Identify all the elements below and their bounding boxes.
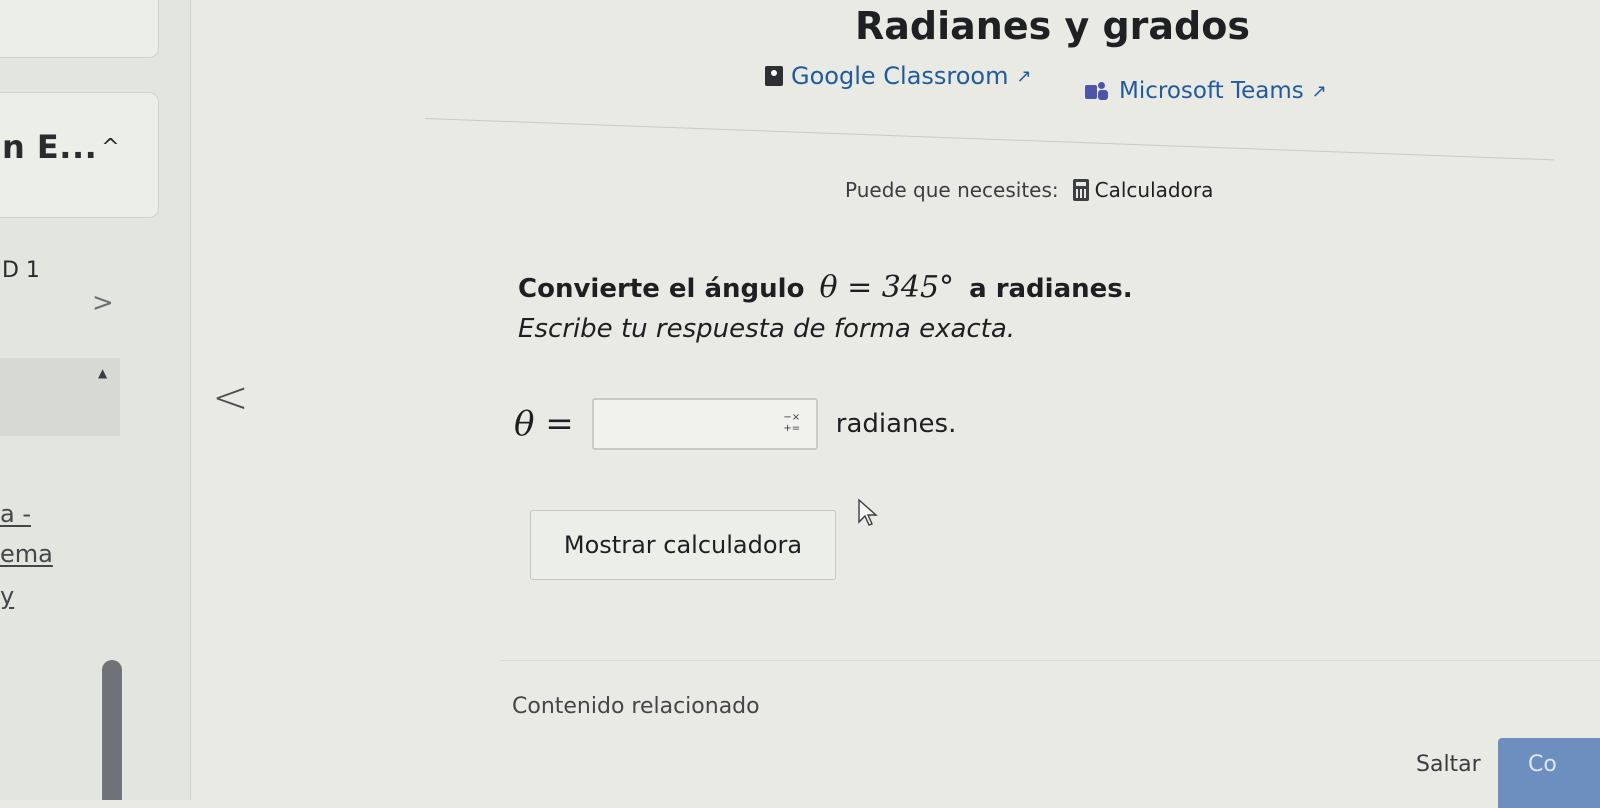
question-text-after: a radianes. <box>969 274 1133 304</box>
mouse-cursor-icon <box>858 498 878 526</box>
sidebar-unit-title: n E... <box>2 128 98 166</box>
calculator-link[interactable]: Calculadora <box>1095 178 1214 202</box>
triangle-up-icon[interactable]: ▲ <box>98 366 107 380</box>
section-divider <box>500 660 1600 661</box>
chevron-up-icon[interactable]: ^ <box>101 135 120 160</box>
sidebar-link-1[interactable]: a - <box>0 500 31 528</box>
google-classroom-icon <box>765 66 783 86</box>
sidebar-card-top[interactable] <box>0 0 159 58</box>
math-operators-icon[interactable]: −× += <box>782 412 802 436</box>
sidebar-item-d1[interactable]: D 1 <box>2 258 40 283</box>
check-button[interactable]: Co <box>1498 738 1600 808</box>
chevron-left-icon[interactable]: < <box>212 372 249 423</box>
google-classroom-label: Google Classroom <box>791 62 1009 90</box>
answer-input-box[interactable]: −× += <box>591 398 818 450</box>
header-divider <box>424 118 1555 161</box>
answer-unit: radianes. <box>835 409 957 439</box>
calculator-icon <box>1072 179 1089 201</box>
answer-row: θ = −× += radianes. <box>514 398 956 450</box>
sidebar-link-3[interactable]: y <box>0 582 14 610</box>
external-link-icon: ↗ <box>1311 80 1327 102</box>
question-prompt: Convierte el ángulo θ = 345° a radianes. <box>518 270 1133 305</box>
tools-needed: Puede que necesites: Calculadora <box>845 178 1213 202</box>
sidebar-scrollbar[interactable] <box>102 660 122 800</box>
answer-input[interactable] <box>593 400 764 448</box>
question-text-before: Convierte el ángulo <box>518 274 805 304</box>
answer-lhs: θ = <box>514 404 574 444</box>
microsoft-teams-label: Microsoft Teams <box>1119 78 1304 104</box>
page-title: Radianes y grados <box>855 4 1250 48</box>
share-google-classroom-link[interactable]: Google Classroom ↗ <box>765 62 1032 90</box>
sidebar-unit-heading[interactable]: n E... ^ <box>2 128 120 166</box>
related-content-heading: Contenido relacionado <box>512 694 760 719</box>
chevron-right-icon[interactable]: > <box>92 288 114 318</box>
question-math: θ = 345° <box>819 270 955 305</box>
show-calculator-button[interactable]: Mostrar calculadora <box>530 510 836 580</box>
sidebar: n E... ^ D 1 > ▲ a - ema y <box>0 0 191 800</box>
sidebar-link-2[interactable]: ema <box>0 540 53 568</box>
skip-button[interactable]: Saltar <box>1416 752 1481 777</box>
question-instruction: Escribe tu respuesta de forma exacta. <box>518 314 1016 344</box>
tools-needed-label: Puede que necesites: <box>845 178 1059 202</box>
share-microsoft-teams-link[interactable]: Microsoft Teams ↗ <box>1085 78 1327 104</box>
microsoft-teams-icon <box>1085 81 1111 101</box>
external-link-icon: ↗ <box>1016 65 1032 87</box>
